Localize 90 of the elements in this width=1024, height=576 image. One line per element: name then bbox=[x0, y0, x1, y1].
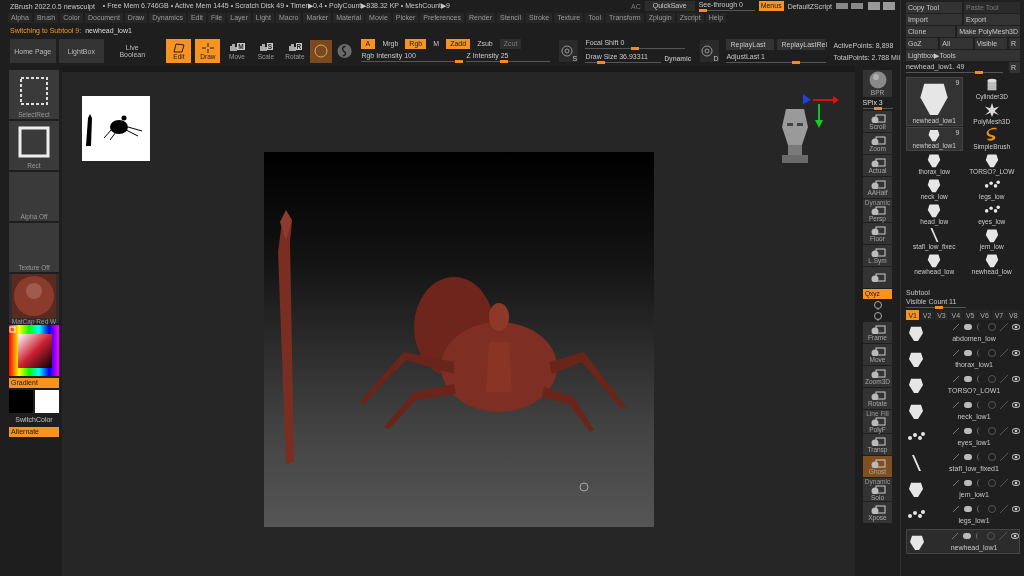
layout-toggle-icon[interactable] bbox=[836, 2, 864, 10]
rect-icon bbox=[18, 125, 50, 158]
circle-icon[interactable] bbox=[988, 348, 996, 357]
eye-icon[interactable] bbox=[1012, 322, 1020, 331]
line-icon[interactable] bbox=[1000, 478, 1008, 487]
select-rect-icon bbox=[19, 75, 49, 106]
slider-thumb[interactable] bbox=[698, 9, 707, 12]
target-icon bbox=[701, 45, 714, 57]
circle-icon[interactable] bbox=[988, 452, 996, 461]
tool-icon bbox=[869, 273, 886, 282]
line-icon[interactable] bbox=[1000, 400, 1008, 409]
eye-icon[interactable] bbox=[1012, 452, 1020, 461]
line-icon[interactable] bbox=[1000, 452, 1008, 461]
tool-icon bbox=[869, 179, 886, 189]
cursor-icon bbox=[579, 482, 589, 492]
window-icon[interactable] bbox=[868, 2, 896, 10]
tool-icon bbox=[869, 324, 886, 334]
eye-icon[interactable] bbox=[1012, 348, 1020, 357]
tool-icon bbox=[869, 485, 886, 494]
circle-icon[interactable] bbox=[988, 374, 996, 383]
slider-thumb[interactable] bbox=[500, 60, 509, 63]
hand-icon bbox=[287, 42, 296, 51]
switch-icon[interactable] bbox=[964, 478, 972, 487]
eye-icon[interactable] bbox=[1012, 478, 1020, 487]
pencil-icon[interactable] bbox=[952, 478, 960, 487]
circle-icon[interactable] bbox=[988, 322, 996, 331]
slider-thumb[interactable] bbox=[631, 47, 640, 50]
switch-icon[interactable] bbox=[964, 426, 972, 435]
line-icon[interactable] bbox=[1000, 504, 1008, 513]
circle-icon[interactable] bbox=[988, 426, 996, 435]
tool-icon bbox=[869, 417, 886, 426]
slider-thumb[interactable] bbox=[596, 61, 605, 64]
circle-icon[interactable] bbox=[988, 400, 996, 409]
slider-thumb[interactable] bbox=[935, 306, 943, 309]
pencil-icon[interactable] bbox=[952, 504, 960, 513]
switch-icon[interactable] bbox=[964, 504, 972, 513]
shelf-button[interactable] bbox=[863, 267, 892, 288]
pencil-icon[interactable] bbox=[952, 452, 960, 461]
eye-icon[interactable] bbox=[1012, 400, 1020, 409]
switch-icon[interactable] bbox=[964, 374, 972, 383]
main-color-swatch[interactable] bbox=[9, 390, 33, 413]
eye-icon[interactable] bbox=[1012, 374, 1020, 383]
switch-icon[interactable] bbox=[964, 348, 972, 357]
tool-icon bbox=[869, 157, 886, 167]
slider-thumb[interactable] bbox=[792, 60, 801, 64]
tool-icon bbox=[869, 346, 886, 356]
line-icon[interactable] bbox=[1000, 322, 1008, 331]
pencil-icon[interactable] bbox=[951, 531, 959, 540]
hand-icon bbox=[229, 42, 238, 51]
switch-icon[interactable] bbox=[964, 452, 972, 461]
line-icon[interactable] bbox=[1000, 426, 1008, 435]
slider-thumb[interactable] bbox=[455, 60, 464, 63]
target-icon bbox=[560, 45, 573, 57]
tool-icon bbox=[869, 135, 886, 145]
tool-icon bbox=[869, 458, 886, 468]
rotate-axis-icon[interactable] bbox=[872, 311, 883, 321]
eye-icon[interactable] bbox=[1012, 426, 1020, 435]
pencil-icon[interactable] bbox=[952, 348, 960, 357]
line-icon[interactable] bbox=[1000, 374, 1008, 383]
circle-icon[interactable] bbox=[988, 504, 996, 513]
slider-thumb[interactable] bbox=[873, 107, 882, 110]
sphere-icon[interactable] bbox=[337, 43, 353, 59]
pencil-icon[interactable] bbox=[952, 374, 960, 383]
rotate-axis-icon[interactable] bbox=[872, 300, 883, 310]
tool-icon bbox=[869, 436, 886, 446]
pencil-icon[interactable] bbox=[952, 426, 960, 435]
circle-icon bbox=[314, 44, 329, 58]
material-button[interactable] bbox=[310, 39, 333, 63]
color-picker[interactable] bbox=[9, 325, 59, 376]
eye-icon[interactable] bbox=[1012, 504, 1020, 513]
tool-icon bbox=[869, 113, 886, 123]
tool-icon bbox=[869, 247, 886, 257]
line-icon[interactable] bbox=[1000, 348, 1008, 357]
tool-icon bbox=[869, 206, 886, 215]
slider-thumb[interactable] bbox=[974, 71, 983, 74]
tool-icon bbox=[869, 225, 886, 235]
material-sphere-icon bbox=[12, 274, 56, 318]
tool-icon bbox=[869, 504, 886, 514]
switch-icon[interactable] bbox=[964, 400, 972, 409]
circle-icon[interactable] bbox=[988, 478, 996, 487]
sphere-icon bbox=[868, 71, 887, 89]
switch-icon[interactable] bbox=[964, 322, 972, 331]
pencil-icon[interactable] bbox=[952, 322, 960, 331]
hand-icon bbox=[258, 42, 267, 51]
tool-icon bbox=[869, 368, 886, 378]
eye-icon[interactable] bbox=[1011, 531, 1019, 540]
tool-icon bbox=[869, 390, 886, 400]
switch-icon[interactable] bbox=[963, 531, 971, 540]
secondary-color-swatch[interactable] bbox=[35, 390, 59, 413]
pencil-icon[interactable] bbox=[952, 400, 960, 409]
